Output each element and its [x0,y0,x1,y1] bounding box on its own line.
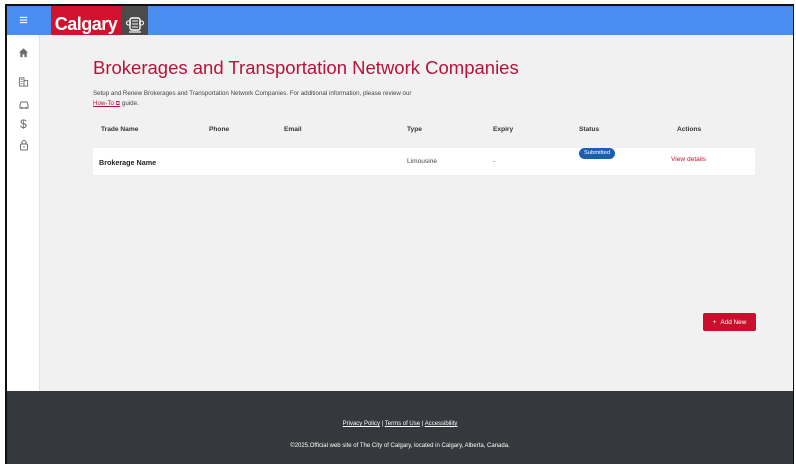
intro-body: Setup and Renew Brokerages and Transport… [93,90,412,97]
view-details-link[interactable]: View details [671,156,706,163]
column-header-trade-name: Trade Name [101,126,139,133]
column-header-phone: Phone [209,126,230,133]
app-frame: ≡ Calgary $ Brokerages and Transportatio… [5,4,794,464]
hamburger-icon: ≡ [19,12,28,29]
trade-name-cell: Brokerage Name [99,158,157,167]
expiry-cell: - [493,158,496,165]
copyright-text: ©2025.Official web site of The City of C… [290,443,510,449]
intro-text: Setup and Renew Brokerages and Transport… [93,89,423,109]
dollar-icon[interactable]: $ [7,115,40,133]
intro-suffix: guide. [121,100,139,107]
footer-separator: | [381,421,384,427]
footer-links: Privacy Policy | Terms of Use | Accessib… [7,421,793,427]
main-content: Brokerages and Transportation Network Co… [41,35,793,391]
footer: Privacy Policy | Terms of Use | Accessib… [7,391,793,464]
plus-icon: + [712,318,717,326]
car-icon[interactable] [7,95,40,113]
home-icon[interactable] [7,43,40,61]
add-new-label: Add New [720,318,747,326]
column-header-expiry: Expiry [493,126,514,133]
status-badge: Submitted [579,148,616,159]
footer-separator: | [421,421,424,427]
table-row: Brokerage Name Limousine - Submitted Vie… [93,148,755,175]
type-cell: Limousine [407,158,438,165]
column-header-email: Email [284,126,302,133]
logo-text: Calgary [54,14,118,34]
table-header: Trade Name Phone Email Type Expiry Statu… [93,126,755,140]
lock-icon[interactable] [7,136,40,154]
external-link-icon: ⧉ [115,100,121,107]
page-title: Brokerages and Transportation Network Co… [93,57,519,78]
accessibility-link[interactable]: Accessibility [425,421,458,427]
terms-of-use-link[interactable]: Terms of Use [385,421,420,427]
howto-link-label: How-To [93,100,114,107]
column-header-actions: Actions [677,126,702,133]
building-icon[interactable] [7,72,40,90]
add-new-button[interactable]: + Add New [703,313,756,331]
howto-link[interactable]: How-To ⧉ [93,100,120,107]
column-header-type: Type [407,126,422,133]
privacy-policy-link[interactable]: Privacy Policy [343,421,380,427]
column-header-status: Status [579,126,600,133]
hamburger-menu-button[interactable]: ≡ [7,6,40,35]
sidebar: $ [7,35,40,391]
